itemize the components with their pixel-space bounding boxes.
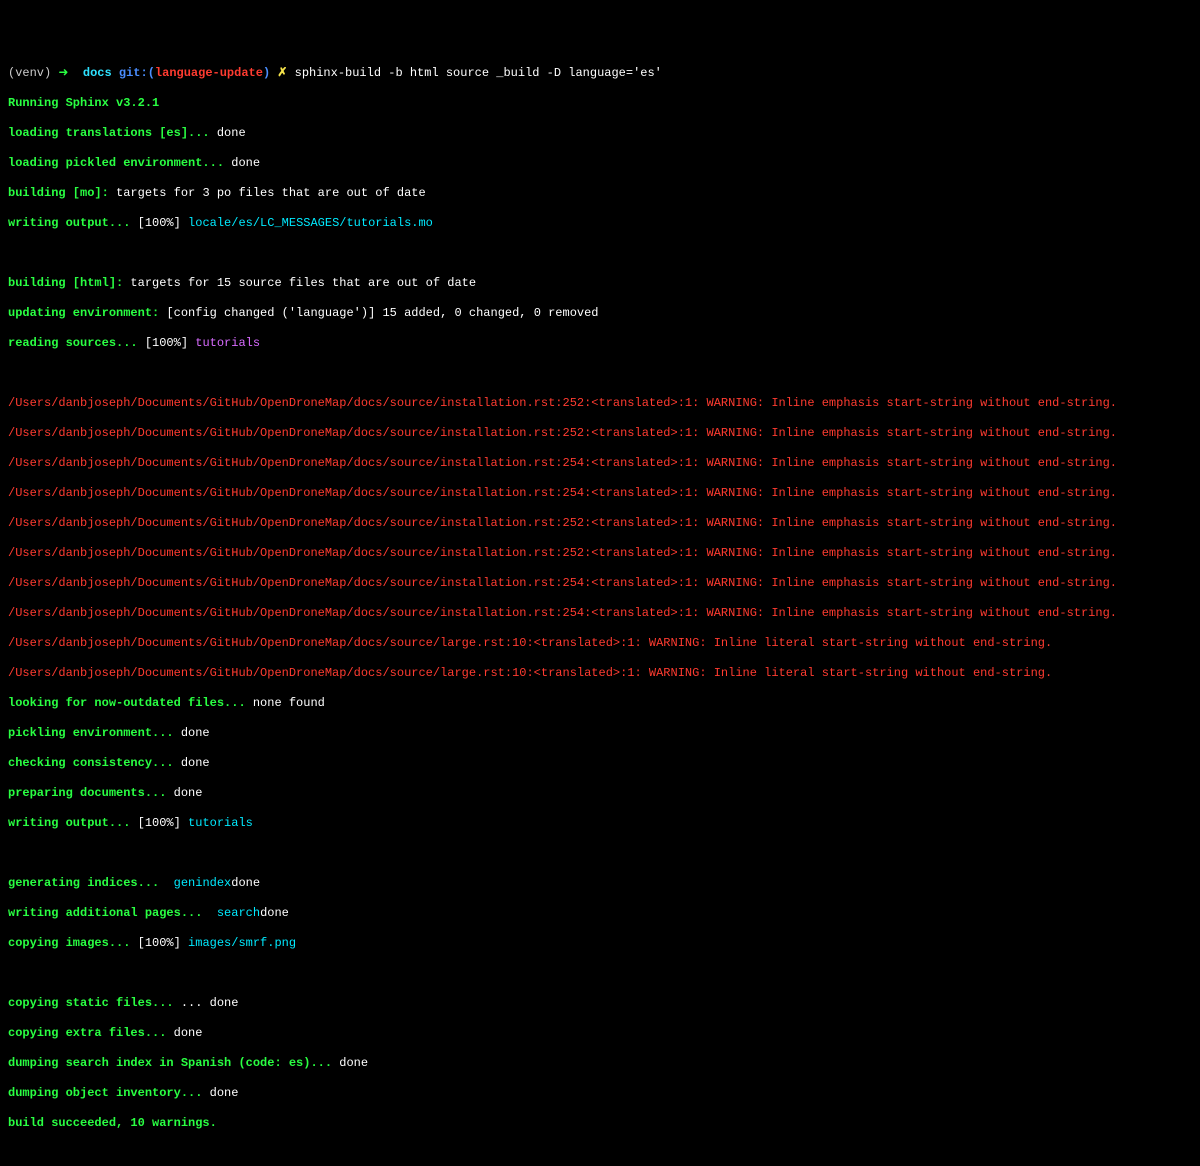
venv: (venv) <box>8 66 51 80</box>
warning: /Users/danbjoseph/Documents/GitHub/OpenD… <box>8 426 1192 441</box>
blank <box>8 966 1192 981</box>
loading-translations: loading translations [es]... done <box>8 126 1192 141</box>
warning: /Users/danbjoseph/Documents/GitHub/OpenD… <box>8 666 1192 681</box>
writing-mo: writing output... [100%] locale/es/LC_ME… <box>8 216 1192 231</box>
warning: /Users/danbjoseph/Documents/GitHub/OpenD… <box>8 456 1192 471</box>
copy-images: copying images... [100%] images/smrf.png <box>8 936 1192 951</box>
prompt-line[interactable]: (venv) ➜ docs git:(language-update) ✗ sp… <box>8 66 1192 81</box>
dump-inv: dumping object inventory... done <box>8 1086 1192 1101</box>
reading-sources: reading sources... [100%] tutorials <box>8 336 1192 351</box>
indices: generating indices... genindexdone <box>8 876 1192 891</box>
warning: /Users/danbjoseph/Documents/GitHub/OpenD… <box>8 576 1192 591</box>
git-close: ) <box>263 66 270 80</box>
blank <box>8 366 1192 381</box>
warning: /Users/danbjoseph/Documents/GitHub/OpenD… <box>8 636 1192 651</box>
warning: /Users/danbjoseph/Documents/GitHub/OpenD… <box>8 486 1192 501</box>
running: Running Sphinx v3.2.1 <box>8 96 1192 111</box>
warning: /Users/danbjoseph/Documents/GitHub/OpenD… <box>8 516 1192 531</box>
git: git:( <box>119 66 155 80</box>
dump-search: dumping search index in Spanish (code: e… <box>8 1056 1192 1071</box>
cwd: docs <box>83 66 112 80</box>
command: sphinx-build -b html source _build -D la… <box>295 66 662 80</box>
copy-extra: copying extra files... done <box>8 1026 1192 1041</box>
warning: /Users/danbjoseph/Documents/GitHub/OpenD… <box>8 546 1192 561</box>
pickling: pickling environment... done <box>8 726 1192 741</box>
build-succeeded: build succeeded, 10 warnings. <box>8 1116 1192 1131</box>
warning: /Users/danbjoseph/Documents/GitHub/OpenD… <box>8 606 1192 621</box>
blank <box>8 1146 1192 1161</box>
building-html: building [html]: targets for 15 source f… <box>8 276 1192 291</box>
updating-env: updating environment: [config changed ('… <box>8 306 1192 321</box>
outdated: looking for now-outdated files... none f… <box>8 696 1192 711</box>
dirty-glyph: ✗ <box>277 66 287 80</box>
blank <box>8 846 1192 861</box>
branch: language-update <box>155 66 263 80</box>
arrow: ➜ <box>58 66 68 80</box>
warning: /Users/danbjoseph/Documents/GitHub/OpenD… <box>8 396 1192 411</box>
loading-env: loading pickled environment... done <box>8 156 1192 171</box>
additional-pages: writing additional pages... searchdone <box>8 906 1192 921</box>
consistency: checking consistency... done <box>8 756 1192 771</box>
blank <box>8 246 1192 261</box>
preparing: preparing documents... done <box>8 786 1192 801</box>
copy-static: copying static files... ... done <box>8 996 1192 1011</box>
building-mo: building [mo]: targets for 3 po files th… <box>8 186 1192 201</box>
writing-output: writing output... [100%] tutorials <box>8 816 1192 831</box>
